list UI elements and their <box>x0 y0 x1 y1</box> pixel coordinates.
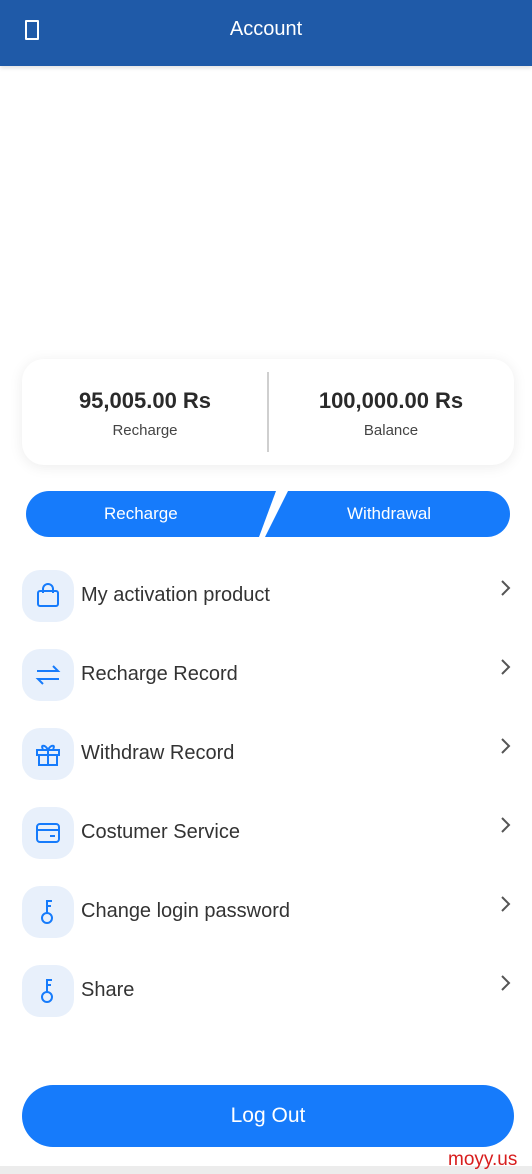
recharge-amount: 95,005.00 Rs <box>78 388 212 413</box>
top-app-bar: Account <box>0 0 532 66</box>
menu-item-label: Withdraw Record <box>81 742 235 764</box>
gift-icon <box>22 728 74 780</box>
recharge-stat-label: Recharge <box>112 422 178 439</box>
menu-item-recharge-record[interactable]: Recharge Record <box>0 635 532 714</box>
menu-item-label: My activation product <box>81 584 270 606</box>
recharge-stat: 95,005.00 Rs Recharge <box>22 359 268 465</box>
transfer-arrows-icon <box>22 649 74 701</box>
account-menu: My activation product Recharge Record Wi… <box>0 556 532 1030</box>
key-icon <box>22 965 74 1017</box>
card-icon <box>22 807 74 859</box>
menu-item-withdraw-record[interactable]: Withdraw Record <box>0 714 532 793</box>
menu-item-share[interactable]: Share <box>0 951 532 1030</box>
recharge-button-label: Recharge <box>104 504 178 523</box>
key-icon <box>22 886 74 938</box>
withdrawal-button-label: Withdrawal <box>347 504 432 523</box>
chevron-right-icon <box>501 738 511 754</box>
menu-item-change-password[interactable]: Change login password <box>0 872 532 951</box>
page-title: Account <box>229 18 303 40</box>
chevron-right-icon <box>501 817 511 833</box>
action-buttons: Recharge Withdrawal <box>26 491 510 537</box>
menu-item-label: Share <box>81 979 135 1001</box>
withdrawal-button[interactable]: Withdrawal <box>271 491 510 537</box>
watermark: moyy.us <box>448 1149 518 1170</box>
balance-card: 95,005.00 Rs Recharge 100,000.00 Rs Bala… <box>22 359 514 465</box>
chevron-right-icon <box>501 659 511 675</box>
balance-stat-label: Balance <box>363 422 419 439</box>
balance-amount: 100,000.00 Rs <box>318 388 464 413</box>
menu-item-label: Recharge Record <box>81 663 238 685</box>
chevron-right-icon <box>501 896 511 912</box>
menu-item-label: Costumer Service <box>81 821 240 843</box>
logout-button[interactable]: Log Out <box>22 1085 514 1147</box>
menu-item-activation-product[interactable]: My activation product <box>0 556 532 635</box>
menu-item-label: Change login password <box>81 900 291 922</box>
chevron-right-icon <box>501 580 511 596</box>
balance-stat: 100,000.00 Rs Balance <box>268 359 514 465</box>
chevron-right-icon <box>501 975 511 991</box>
menu-item-costumer-service[interactable]: Costumer Service <box>0 793 532 872</box>
bag-icon <box>22 570 74 622</box>
recharge-button[interactable]: Recharge <box>26 491 271 537</box>
